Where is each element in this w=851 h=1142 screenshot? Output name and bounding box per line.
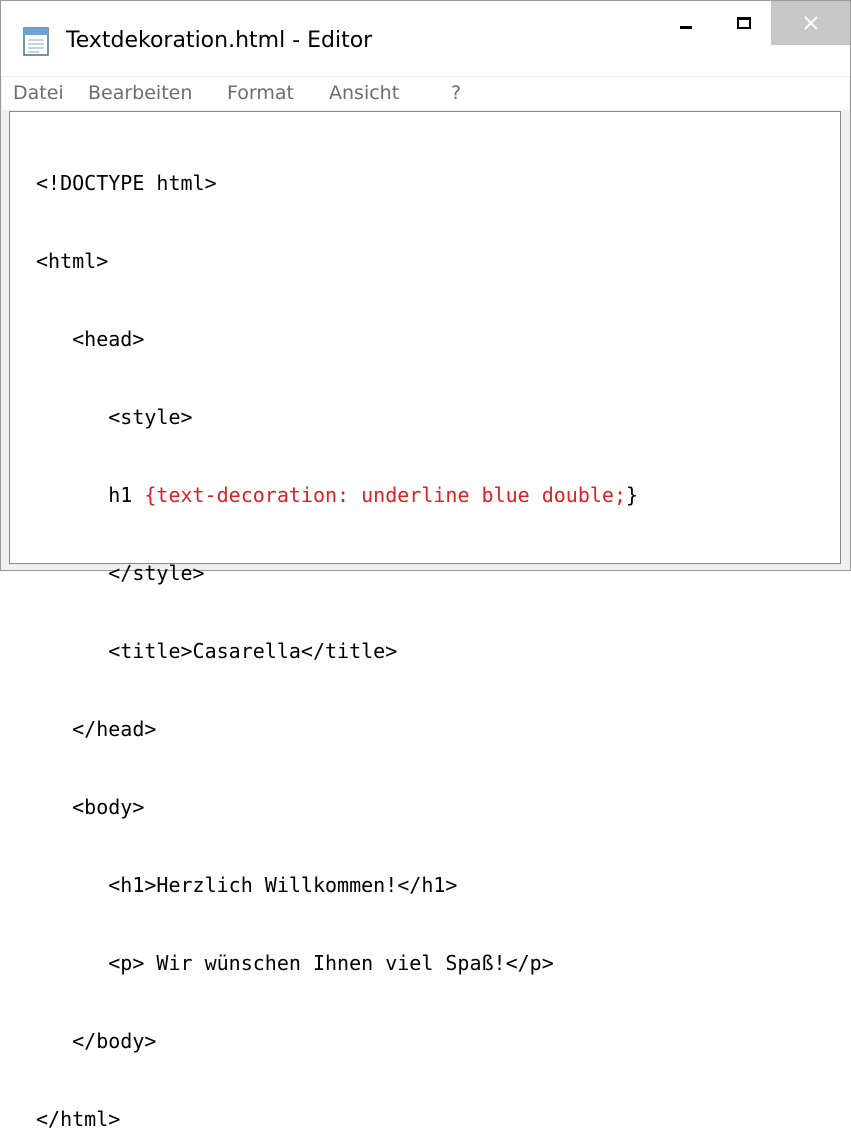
code-line: <title>Casarella</title> bbox=[36, 639, 398, 663]
window-title: Textdekoration.html - Editor bbox=[66, 28, 373, 53]
text-editor-area[interactable]: <!DOCTYPE html> <html> <head> <style> h1… bbox=[9, 111, 841, 1131]
menu-help[interactable]: ? bbox=[451, 82, 461, 104]
minimize-icon bbox=[680, 25, 692, 29]
code-line: </body> bbox=[36, 1029, 157, 1053]
code-line: <html> bbox=[36, 249, 109, 273]
code-line: <style> bbox=[36, 405, 193, 429]
code-closing-brace: } bbox=[626, 483, 639, 507]
code-line: <p> Wir wünschen Ihnen viel Spaß!</p> bbox=[36, 951, 554, 975]
code-content: <!DOCTYPE html> <html> <head> <style> h1… bbox=[36, 120, 638, 1142]
code-selector: h1 bbox=[36, 483, 145, 507]
notepad-icon bbox=[23, 27, 49, 56]
maximize-button[interactable] bbox=[716, 1, 771, 45]
minimize-button[interactable] bbox=[656, 1, 716, 45]
code-line: <body> bbox=[36, 795, 145, 819]
code-line: </style> bbox=[36, 561, 205, 585]
menu-bar: Datei Bearbeiten Format Ansicht ? bbox=[2, 76, 849, 110]
title-bar[interactable]: Textdekoration.html - Editor bbox=[1, 1, 850, 76]
editor-window: Textdekoration.html - Editor Datei Bearb… bbox=[0, 0, 851, 1131]
close-icon bbox=[803, 16, 818, 30]
code-line: <head> bbox=[36, 327, 145, 351]
code-highlighted-declaration: {text-decoration: underline blue double; bbox=[144, 483, 627, 507]
close-button[interactable] bbox=[771, 1, 850, 45]
menu-ansicht[interactable]: Ansicht bbox=[329, 82, 399, 104]
menu-format[interactable]: Format bbox=[227, 82, 294, 104]
code-line: </head> bbox=[36, 717, 157, 741]
menu-bearbeiten[interactable]: Bearbeiten bbox=[88, 82, 192, 104]
code-line: <!DOCTYPE html> bbox=[36, 171, 217, 195]
maximize-icon bbox=[736, 17, 751, 29]
menu-datei[interactable]: Datei bbox=[13, 82, 64, 104]
code-line: <h1>Herzlich Willkommen!</h1> bbox=[36, 873, 458, 897]
code-line: </html> bbox=[36, 1107, 121, 1131]
code-line-highlighted: h1 {text-decoration: underline blue doub… bbox=[36, 480, 638, 510]
